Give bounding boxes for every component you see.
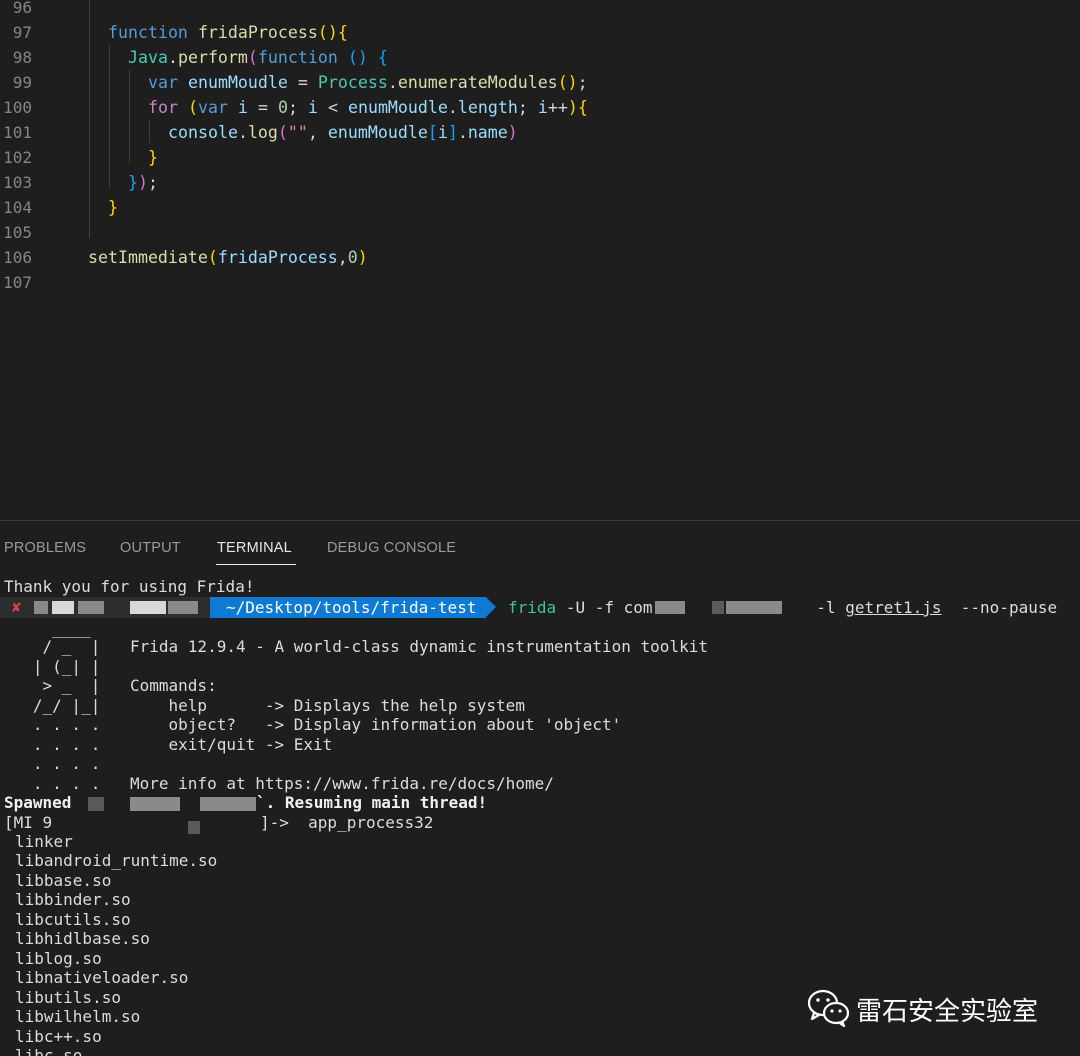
ascii-art-line: . . . . (4, 735, 101, 754)
redacted-block (188, 821, 200, 834)
code-line: 101 console.log("", enumMoudle[i].name) (0, 120, 1080, 145)
code-line: 106 setImmediate(fridaProcess,0) (0, 245, 1080, 270)
prompt-path: ~/Desktop/tools/frida-test (226, 598, 477, 617)
redacted-block (34, 601, 48, 614)
ascii-art-line: /_/ |_| (4, 696, 101, 715)
ascii-art-line: . . . . (4, 774, 101, 793)
repl-prompt-suffix: ]-> app_process32 (260, 813, 434, 832)
redacted-block (168, 601, 198, 614)
module-name: libutils.so (15, 988, 121, 1007)
panel-tab-bar: PROBLEMS OUTPUT TERMINAL DEBUG CONSOLE (0, 521, 1080, 567)
error-status-icon: ✘ (12, 598, 22, 616)
module-name: libnativeloader.so (15, 968, 189, 987)
terminal-line: Thank you for using Frida! (4, 577, 255, 596)
frida-version-line: Frida 12.9.4 - A world-class dynamic ins… (130, 637, 708, 656)
ascii-art-line: | (_| | (4, 657, 101, 676)
line-number: 107 (3, 273, 32, 292)
more-info-line: More info at https://www.frida.re/docs/h… (130, 774, 554, 793)
code-line: 98 Java.perform(function () { (0, 45, 1080, 70)
module-name: liblog.so (15, 949, 102, 968)
code-text: setImmediate(fridaProcess,0) (88, 248, 368, 267)
ascii-art-line: . . . . (4, 754, 101, 773)
redacted-block (130, 601, 166, 614)
code-text: for (var i = 0; i < enumMoudle.length; i… (148, 98, 588, 117)
line-number: 105 (3, 223, 32, 242)
code-text: } (148, 148, 158, 167)
shell-command: frida -U -f com -l getret1.js --no-pause (508, 598, 1058, 617)
prompt-separator (486, 597, 496, 617)
code-line: 102 } (0, 145, 1080, 170)
code-line: 99 var enumMoudle = Process.enumerateMod… (0, 70, 1080, 95)
ascii-art-line: ____ (4, 619, 91, 638)
line-number: 100 (3, 98, 32, 117)
code-line: 103 }); (0, 170, 1080, 195)
module-name: libcutils.so (15, 910, 131, 929)
spawned-prefix: Spawned (4, 793, 72, 812)
module-name: libhidlbase.so (15, 929, 150, 948)
line-number: 98 (12, 48, 32, 67)
terminal-output[interactable]: Thank you for using Frida! ✘ ~/Desktop/t… (0, 573, 1080, 1056)
code-text: console.log("", enumMoudle[i].name) (168, 123, 518, 142)
code-text: }); (128, 173, 158, 192)
commands-label: Commands: (130, 676, 217, 695)
code-line: 104 } (0, 195, 1080, 220)
module-name: libandroid_runtime.so (15, 851, 218, 870)
redacted-block (78, 601, 104, 614)
line-number: 99 (12, 73, 32, 92)
redacted-block (200, 797, 256, 811)
wechat-icon (807, 989, 850, 1027)
code-line: 105 (0, 220, 1080, 245)
tab-debug-console[interactable]: DEBUG CONSOLE (327, 540, 456, 556)
line-number: 101 (3, 123, 32, 142)
module-name: libbinder.so (15, 890, 131, 909)
redacted-block (88, 797, 104, 811)
command-object-line: object? -> Display information about 'ob… (130, 715, 622, 734)
redacted-block (52, 601, 74, 614)
ascii-art-line: > _ | (4, 676, 101, 695)
module-name: libwilhelm.so (15, 1007, 141, 1026)
line-number: 103 (3, 173, 32, 192)
code-line: 96 (0, 0, 1080, 20)
line-number: 106 (3, 248, 32, 267)
line-number: 96 (12, 0, 32, 17)
redacted-block (130, 797, 180, 811)
module-name: linker (15, 832, 73, 851)
tab-output[interactable]: OUTPUT (120, 540, 181, 556)
shell-prompt: ✘ ~/Desktop/tools/frida-test frida -U -f… (0, 597, 1080, 618)
command-exit-line: exit/quit -> Exit (130, 735, 333, 754)
code-line: 107 (0, 270, 1080, 295)
code-text: Java.perform(function () { (128, 48, 388, 67)
redacted-block (655, 601, 685, 614)
module-name: libbase.so (15, 871, 112, 890)
repl-prompt-prefix: [MI 9 (4, 813, 53, 832)
line-number: 102 (3, 148, 32, 167)
code-text: } (108, 198, 118, 217)
module-name: libc++.so (15, 1027, 102, 1046)
tab-problems[interactable]: PROBLEMS (4, 540, 86, 556)
code-text: var enumMoudle = Process.enumerateModule… (148, 73, 588, 92)
bottom-panel: PROBLEMS OUTPUT TERMINAL DEBUG CONSOLE T… (0, 520, 1080, 1056)
watermark-text: 雷石安全实验室 (856, 997, 1039, 1027)
redacted-block (726, 601, 782, 614)
tab-terminal[interactable]: TERMINAL (217, 540, 292, 556)
line-number: 97 (12, 23, 32, 42)
code-text: function fridaProcess(){ (108, 23, 348, 42)
active-tab-indicator (216, 564, 296, 565)
ascii-art-line: . . . . (4, 715, 101, 734)
line-number: 104 (3, 198, 32, 217)
code-line: 100 for (var i = 0; i < enumMoudle.lengt… (0, 95, 1080, 120)
command-help-line: help -> Displays the help system (130, 696, 525, 715)
spawned-suffix: `. Resuming main thread! (256, 793, 488, 812)
redacted-block (712, 601, 724, 614)
ascii-art-line: / _ | (4, 637, 101, 656)
code-line: 97 function fridaProcess(){ (0, 20, 1080, 45)
code-editor[interactable]: 96 97 function fridaProcess(){ 98 Java.p… (0, 0, 1080, 520)
